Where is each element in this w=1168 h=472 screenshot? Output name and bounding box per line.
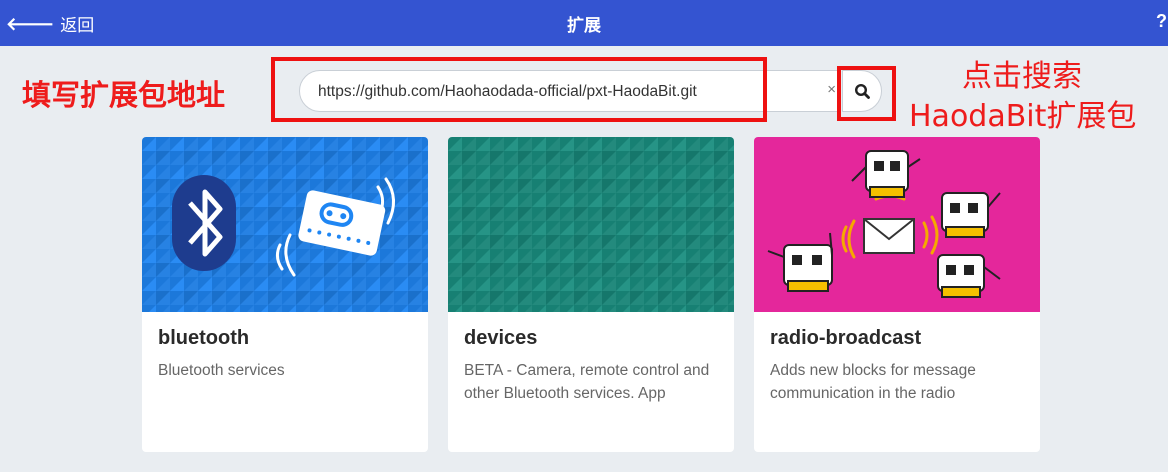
help-button[interactable]: ? xyxy=(1156,11,1168,32)
envelope-icon xyxy=(863,218,915,254)
highlight-search-button xyxy=(837,66,896,121)
card-description: Adds new blocks for message communicatio… xyxy=(770,362,976,402)
card-title: bluetooth xyxy=(158,327,250,349)
extension-card-devices[interactable]: devices BETA - Camera, remote control an… xyxy=(448,137,734,452)
card-image-devices xyxy=(448,137,734,312)
card-description: BETA - Camera, remote control and other … xyxy=(464,362,710,402)
card-title: radio-broadcast xyxy=(770,327,922,349)
highlight-search-input xyxy=(271,57,767,122)
card-description: Bluetooth services xyxy=(158,362,285,379)
annotation-click-search: 点击搜索 xyxy=(962,59,1082,94)
extension-card-radio-broadcast[interactable]: radio-broadcast Adds new blocks for mess… xyxy=(754,137,1040,452)
card-image-radio xyxy=(754,137,1040,312)
clear-icon[interactable]: × xyxy=(827,81,836,98)
annotation-haodabit: HaodaBit扩展包 xyxy=(909,99,1137,134)
extension-card-bluetooth[interactable]: bluetooth Bluetooth services xyxy=(142,137,428,452)
bluetooth-icon xyxy=(172,175,236,271)
header-bar: 🡐 返回 扩展 ? xyxy=(0,0,1168,46)
card-title: devices xyxy=(464,327,538,349)
annotation-fill-url: 填写扩展包地址 xyxy=(22,78,226,112)
page-title: 扩展 xyxy=(567,16,601,35)
card-image-bluetooth xyxy=(142,137,428,312)
